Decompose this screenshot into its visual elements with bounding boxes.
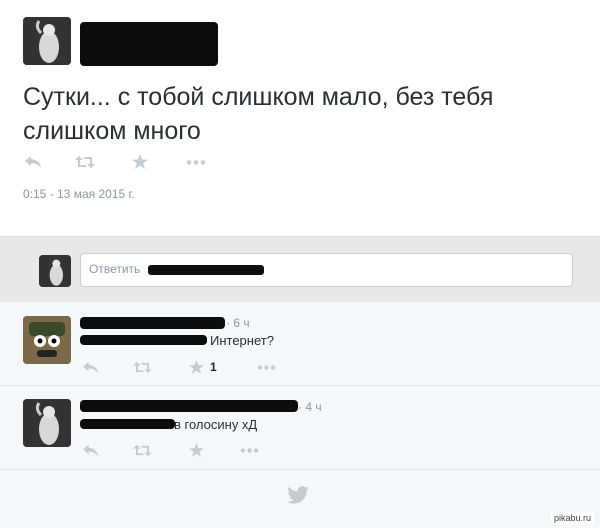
watermark: pikabu.ru — [550, 512, 594, 524]
retweet-button[interactable] — [133, 444, 152, 457]
reply-icon — [83, 444, 98, 457]
avatar-image — [23, 17, 71, 65]
reply-text: в голосину хД — [174, 417, 258, 432]
redacted-username — [80, 317, 225, 329]
more-icon — [257, 365, 276, 370]
reply-button[interactable] — [82, 361, 99, 374]
favorite-button[interactable] — [189, 443, 204, 457]
reply-item[interactable]: · 4 ч в голосину хД — [0, 386, 600, 470]
favorite-icon — [189, 360, 204, 374]
reply-placeholder: Ответить — [89, 262, 141, 276]
reply-icon — [83, 361, 98, 374]
compose-avatar — [39, 255, 71, 287]
avatar-image — [23, 399, 71, 447]
favorite-icon — [132, 154, 148, 169]
redacted-mention — [80, 419, 175, 429]
favorite-button[interactable]: 1 — [189, 360, 217, 374]
main-tweet: Сутки... с тобой слишком мало, без тебя … — [0, 0, 600, 236]
reply-icon — [25, 156, 41, 168]
retweet-button[interactable] — [133, 361, 152, 374]
reply-button[interactable] — [82, 444, 99, 457]
retweet-icon — [133, 361, 152, 374]
retweet-button[interactable] — [75, 155, 95, 169]
avatar-image — [23, 316, 71, 364]
reply-input[interactable]: Ответить — [80, 253, 573, 287]
more-icon — [240, 448, 259, 453]
avatar-image — [39, 255, 71, 287]
retweet-icon — [75, 156, 95, 168]
redacted-mention — [80, 335, 207, 345]
retweet-icon — [133, 444, 152, 457]
redacted-mention — [148, 265, 264, 275]
tweet-text: Сутки... с тобой слишком мало, без тебя … — [23, 83, 494, 145]
favorite-count: 1 — [210, 360, 217, 374]
reply-time[interactable]: · 6 ч — [226, 316, 250, 330]
tweet-timestamp[interactable]: 0:15 - 13 мая 2015 г. — [23, 187, 135, 201]
favorite-icon — [189, 443, 204, 457]
twitter-bird-icon — [287, 486, 309, 509]
reply-text: Интернет? — [210, 333, 274, 348]
more-icon — [186, 160, 206, 165]
replies-list: · 6 ч Интернет? 1 · 4 ч в голосину хД — [0, 302, 600, 528]
redacted-username — [80, 400, 298, 412]
reply-button[interactable] — [24, 155, 42, 169]
avatar[interactable] — [23, 17, 71, 65]
favorite-button[interactable] — [132, 154, 148, 169]
more-button[interactable] — [257, 365, 276, 370]
reply-item[interactable]: · 6 ч Интернет? 1 — [0, 302, 600, 386]
reply-compose-bar: Ответить — [0, 236, 600, 302]
redacted-username — [80, 22, 218, 66]
reply-time[interactable]: · 4 ч — [298, 400, 322, 414]
reply-avatar[interactable] — [23, 399, 71, 447]
more-button[interactable] — [186, 160, 206, 165]
reply-avatar[interactable] — [23, 316, 71, 364]
more-button[interactable] — [240, 448, 259, 453]
